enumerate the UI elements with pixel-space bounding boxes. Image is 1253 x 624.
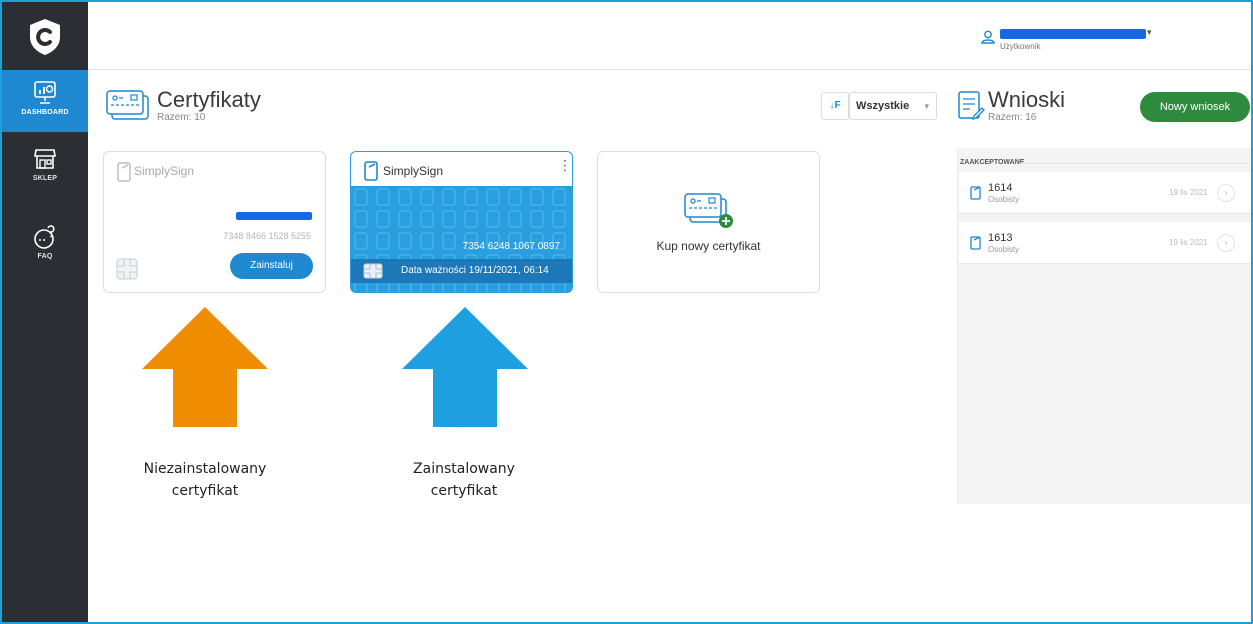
- certificates-title: Certyfikaty: [157, 87, 261, 112]
- dashboard-icon: [34, 81, 56, 104]
- sidebar-item-faq[interactable]: FAQ: [2, 220, 88, 270]
- blue-up-arrow-icon: [402, 307, 528, 427]
- document-icon: [970, 236, 981, 250]
- chevron-right-icon[interactable]: ›: [1217, 234, 1235, 252]
- annotation-line: Niezainstalowany: [143, 461, 267, 477]
- requests-group-label: ZAAKCEPTOWANE: [960, 159, 1025, 166]
- buy-certificate-card[interactable]: Kup nowy certyfikat: [597, 151, 820, 293]
- orange-up-arrow-icon: [142, 307, 268, 427]
- request-date: 19 lis 2021: [1169, 238, 1208, 247]
- request-row[interactable]: 1614 Osobisty 19 lis 2021 ›: [959, 172, 1251, 214]
- chevron-down-icon[interactable]: ▾: [1147, 27, 1152, 38]
- chip-icon: [116, 258, 138, 280]
- sidebar-item-label: SKLEP: [32, 175, 58, 182]
- request-type: Osobisty: [988, 245, 1020, 254]
- more-options-icon[interactable]: ⋮: [558, 158, 572, 172]
- request-number: 1614: [988, 182, 1013, 194]
- buy-certificate-label: Kup nowy certyfikat: [656, 239, 761, 253]
- app-frame: DASHBOARD SKLEP FAQ ▾ Użytkownik Certyfi…: [0, 0, 1253, 624]
- certificates-total: Razem: 10: [157, 112, 206, 123]
- requests-total: Razem: 16: [988, 112, 1037, 123]
- request-row[interactable]: 1613 Osobisty 19 lis 2021 ›: [959, 222, 1251, 264]
- certificate-filter-select[interactable]: Wszystkie ▾: [849, 92, 937, 120]
- new-request-button[interactable]: Nowy wniosek: [1140, 92, 1250, 122]
- sort-button[interactable]: ↓F: [821, 92, 849, 120]
- shop-icon: [34, 149, 56, 169]
- certificate-serial: 7354 6248 1067 0897: [462, 241, 560, 252]
- user-icon[interactable]: [981, 30, 995, 44]
- app-logo-icon[interactable]: [28, 18, 62, 56]
- requests-icon: [958, 91, 985, 121]
- certificate-expiry: Data ważności 19/11/2021, 06:14: [401, 265, 549, 276]
- chip-icon: [363, 263, 383, 279]
- user-role: Użytkownik: [1000, 42, 1041, 51]
- certificate-card-installed[interactable]: SimplySign ⋮ 7354 6248 1067 0897 Data wa…: [350, 151, 573, 293]
- phone-icon: [117, 162, 131, 182]
- annotation-installed: Zainstalowany certyfikat: [364, 458, 564, 502]
- annotation-not-installed: Niezainstalowany certyfikat: [105, 458, 305, 502]
- filter-value: Wszystkie: [856, 100, 910, 112]
- annotation-line: certyfikat: [430, 483, 498, 499]
- requests-title: Wnioski: [988, 87, 1066, 112]
- user-name-redacted[interactable]: [1000, 29, 1146, 39]
- sidebar-item-label: DASHBOARD: [21, 109, 69, 116]
- sidebar-item-label: FAQ: [37, 253, 53, 260]
- certificates-icon: [106, 90, 149, 120]
- certificate-owner-redacted: [236, 212, 312, 220]
- sidebar-item-dashboard[interactable]: DASHBOARD: [2, 70, 88, 132]
- certificate-brand: SimplySign: [134, 164, 195, 178]
- certificate-serial: 7348 8466 1528 5255: [223, 231, 311, 241]
- install-button[interactable]: Zainstaluj: [230, 253, 313, 279]
- divider: [1020, 163, 1248, 164]
- request-type: Osobisty: [988, 195, 1020, 204]
- request-number: 1613: [988, 232, 1013, 244]
- request-date: 19 lis 2021: [1169, 188, 1208, 197]
- chevron-right-icon[interactable]: ›: [1217, 184, 1235, 202]
- annotation-line: Zainstalowany: [413, 461, 515, 477]
- annotation-line: certyfikat: [171, 483, 239, 499]
- add-certificate-icon: [684, 193, 733, 228]
- faq-icon: [34, 225, 55, 249]
- document-icon: [970, 186, 981, 200]
- certificate-card-not-installed[interactable]: SimplySign 7348 8466 1528 5255 Zainstalu…: [103, 151, 326, 293]
- phone-icon: [364, 161, 378, 181]
- sidebar: DASHBOARD SKLEP FAQ: [2, 2, 88, 622]
- sidebar-item-shop[interactable]: SKLEP: [2, 142, 88, 192]
- certificate-brand: SimplySign: [383, 164, 444, 178]
- sort-icon: ↓F: [829, 100, 841, 111]
- chevron-down-icon: ▾: [924, 101, 929, 111]
